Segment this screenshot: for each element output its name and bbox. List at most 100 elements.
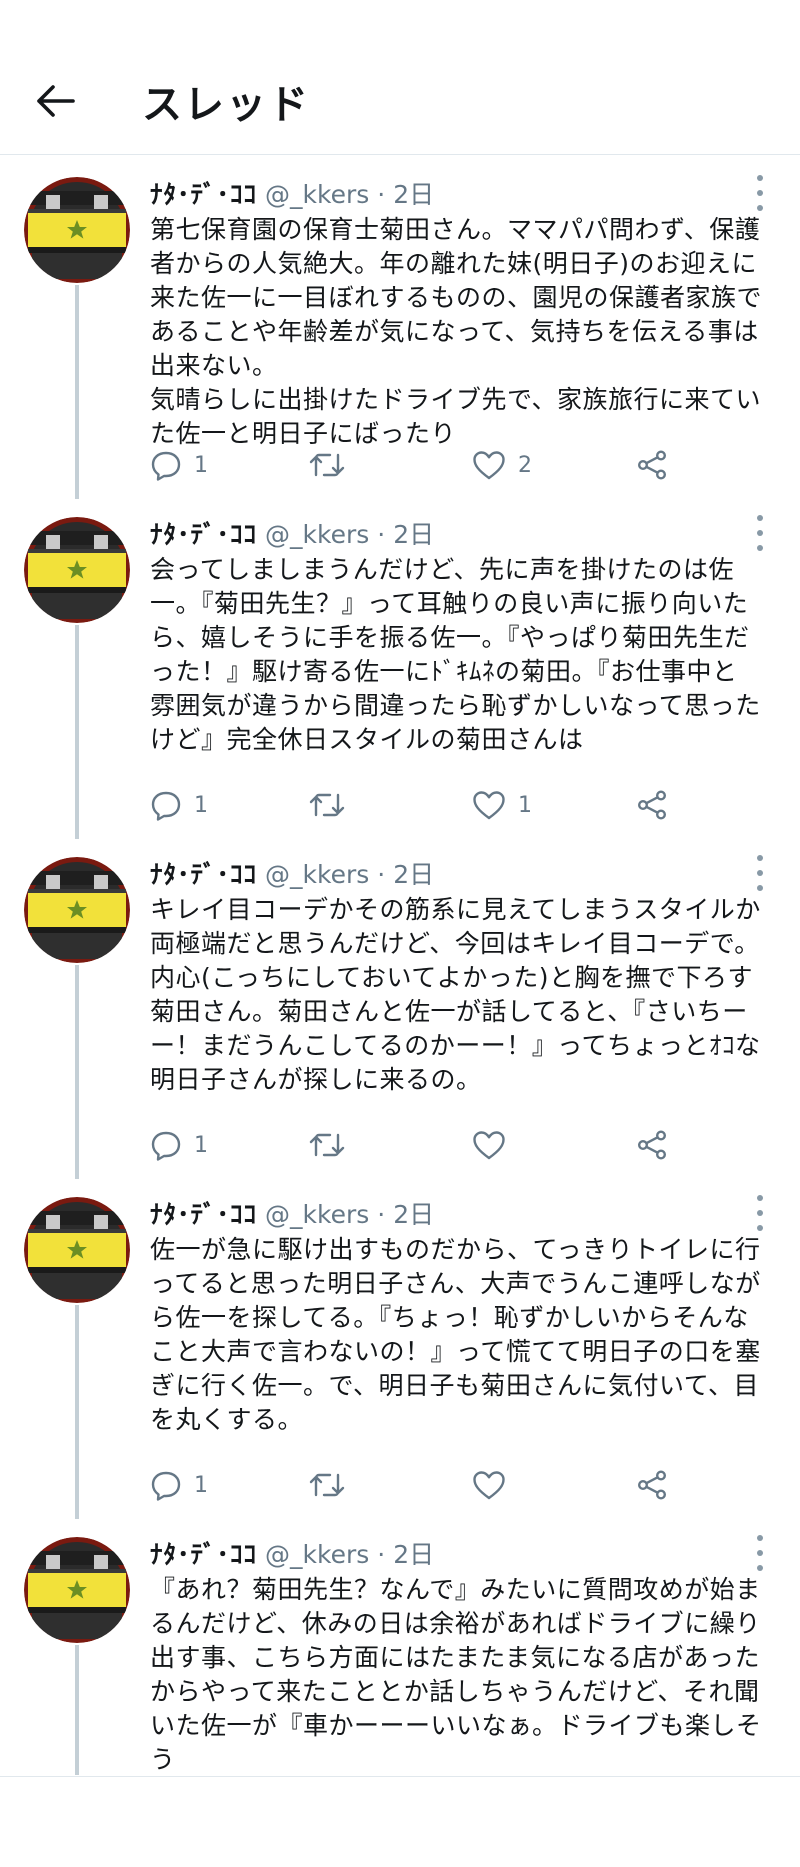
- tweet[interactable]: ﾅﾀ･ﾃﾞ･ｺｺ @_kkers · 2日 第七保育園の保育士菊田さん。ママパパ…: [0, 155, 800, 499]
- avatar[interactable]: [24, 857, 130, 963]
- reply-icon: [151, 791, 181, 821]
- top-app-bar: スレッド: [0, 0, 800, 155]
- more-dot: [757, 205, 763, 211]
- tweet-header: ﾅﾀ･ﾃﾞ･ｺｺ @_kkers · 2日: [150, 175, 434, 209]
- tweet-text: 佐一が急に駆け出すものだから、てっきりトイレに行 ってると思った明日子さん、大声…: [150, 1235, 761, 1434]
- user-handle[interactable]: @_kkers: [265, 1200, 369, 1229]
- more-vertical-icon: [757, 175, 763, 181]
- more-button[interactable]: [748, 1535, 772, 1571]
- reply-icon: [151, 451, 181, 481]
- reply-count: 1: [194, 792, 208, 818]
- separator-dot: ·: [377, 180, 386, 209]
- more-dot: [757, 190, 763, 196]
- more-button[interactable]: [748, 855, 772, 891]
- more-button[interactable]: [748, 1195, 772, 1231]
- more-button[interactable]: [748, 175, 772, 211]
- share-button[interactable]: [636, 785, 668, 825]
- thread-connector: [75, 965, 79, 1179]
- avatar[interactable]: [24, 1537, 130, 1643]
- separator-dot: ·: [377, 860, 386, 889]
- tweet[interactable]: ﾅﾀ･ﾃﾞ･ｺｺ @_kkers · 2日 『あれ？菊田先生？なんで』みたいに質…: [0, 1515, 800, 1775]
- retweet-icon: [309, 793, 345, 817]
- reply-button[interactable]: 1: [150, 1125, 208, 1165]
- like-button[interactable]: 1: [472, 785, 532, 825]
- retweet-button[interactable]: [308, 445, 358, 485]
- timestamp[interactable]: 2日: [393, 1535, 434, 1571]
- timestamp[interactable]: 2日: [393, 1195, 434, 1231]
- like-count: 2: [518, 452, 532, 478]
- like-button[interactable]: 2: [472, 445, 532, 485]
- tweet-text: 『あれ？菊田先生？なんで』みたいに質問攻めが始ま るんだけど、休みの日は余裕があ…: [150, 1575, 762, 1774]
- thread-connector: [75, 625, 79, 839]
- tweet-header: ﾅﾀ･ﾃﾞ･ｺｺ @_kkers · 2日: [150, 855, 434, 889]
- share-icon: [638, 790, 667, 820]
- tweet-text: 会ってしましまうんだけど、先に声を掛けたのは佐 一。『菊田先生？』って耳触りの良…: [150, 555, 761, 754]
- user-handle[interactable]: @_kkers: [265, 180, 369, 209]
- reply-count: 1: [194, 1132, 208, 1158]
- share-button[interactable]: [636, 445, 668, 485]
- display-name[interactable]: ﾅﾀ･ﾃﾞ･ｺｺ: [150, 1195, 257, 1231]
- tweet-text: キレイ目コーデかその筋系に見えてしまうスタイルか 両極端だと思うんだけど、今回は…: [150, 895, 761, 1094]
- share-button[interactable]: [636, 1465, 668, 1505]
- more-vertical-icon: [757, 855, 763, 861]
- display-name[interactable]: ﾅﾀ･ﾃﾞ･ｺｺ: [150, 855, 257, 891]
- timestamp[interactable]: 2日: [393, 175, 434, 211]
- back-button[interactable]: [30, 78, 80, 124]
- share-icon: [638, 1470, 667, 1500]
- arrow-left-icon: [37, 85, 75, 117]
- like-button[interactable]: [472, 1465, 518, 1505]
- like-count: 1: [518, 792, 532, 818]
- more-dot: [757, 1210, 763, 1216]
- heart-icon: [473, 451, 505, 480]
- like-button[interactable]: [472, 1125, 518, 1165]
- user-handle[interactable]: @_kkers: [265, 860, 369, 889]
- retweet-button[interactable]: [308, 785, 358, 825]
- user-handle[interactable]: @_kkers: [265, 520, 369, 549]
- heart-icon: [473, 1131, 505, 1160]
- user-handle[interactable]: @_kkers: [265, 1540, 369, 1569]
- tweet[interactable]: ﾅﾀ･ﾃﾞ･ｺｺ @_kkers · 2日 キレイ目コーデかその筋系に見えてしま…: [0, 835, 800, 1179]
- reply-icon: [151, 1131, 181, 1161]
- reply-icon: [151, 1471, 181, 1501]
- bottom-bar: [0, 1776, 800, 1867]
- tweet[interactable]: ﾅﾀ･ﾃﾞ･ｺｺ @_kkers · 2日 佐一が急に駆け出すものだから、てっき…: [0, 1175, 800, 1519]
- heart-icon: [473, 1471, 505, 1500]
- tweet-actions: 1 2: [150, 445, 710, 485]
- reply-button[interactable]: 1: [150, 1465, 208, 1505]
- avatar[interactable]: [24, 517, 130, 623]
- tweet-actions: 1: [150, 1125, 710, 1165]
- timestamp[interactable]: 2日: [393, 515, 434, 551]
- thread-feed: ﾅﾀ･ﾃﾞ･ｺｺ @_kkers · 2日 第七保育園の保育士菊田さん。ママパパ…: [0, 155, 800, 1775]
- more-vertical-icon: [757, 515, 763, 521]
- display-name[interactable]: ﾅﾀ･ﾃﾞ･ｺｺ: [150, 1535, 257, 1571]
- more-button[interactable]: [748, 515, 772, 551]
- tweet[interactable]: ﾅﾀ･ﾃﾞ･ｺｺ @_kkers · 2日 会ってしましまうんだけど、先に声を掛…: [0, 495, 800, 839]
- share-icon: [638, 450, 667, 480]
- tweet-header: ﾅﾀ･ﾃﾞ･ｺｺ @_kkers · 2日: [150, 515, 434, 549]
- display-name[interactable]: ﾅﾀ･ﾃﾞ･ｺｺ: [150, 515, 257, 551]
- avatar[interactable]: [24, 177, 130, 283]
- separator-dot: ·: [377, 1200, 386, 1229]
- more-dot: [757, 885, 763, 891]
- retweet-icon: [309, 1473, 345, 1497]
- more-dot: [757, 545, 763, 551]
- retweet-icon: [309, 1133, 345, 1157]
- page-title: スレッド: [142, 82, 310, 128]
- reply-button[interactable]: 1: [150, 445, 208, 485]
- tweet-text: 第七保育園の保育士菊田さん。ママパパ問わず、保護 者からの人気絶大。年の離れた妹…: [150, 215, 763, 448]
- retweet-button[interactable]: [308, 1125, 358, 1165]
- display-name[interactable]: ﾅﾀ･ﾃﾞ･ｺｺ: [150, 175, 257, 211]
- avatar[interactable]: [24, 1197, 130, 1303]
- more-dot: [757, 870, 763, 876]
- share-button[interactable]: [636, 1125, 668, 1165]
- thread-connector: [75, 1305, 79, 1519]
- more-vertical-icon: [757, 1535, 763, 1541]
- reply-button[interactable]: 1: [150, 785, 208, 825]
- retweet-button[interactable]: [308, 1465, 358, 1505]
- tweet-actions: 1: [150, 1465, 710, 1505]
- more-vertical-icon: [757, 1195, 763, 1201]
- timestamp[interactable]: 2日: [393, 855, 434, 891]
- reply-count: 1: [194, 1472, 208, 1498]
- retweet-icon: [309, 453, 345, 477]
- share-icon: [638, 1130, 667, 1160]
